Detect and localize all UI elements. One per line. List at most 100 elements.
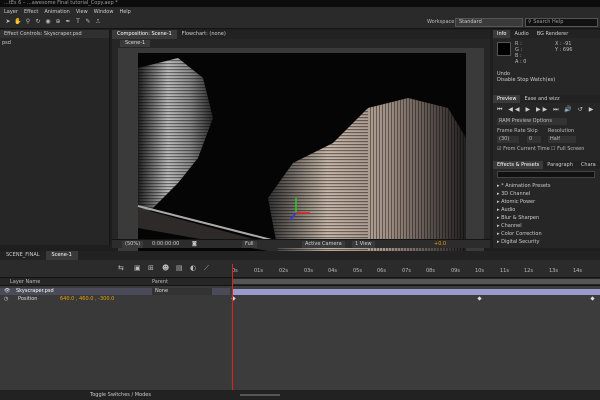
col-parent[interactable]: Parent [152, 279, 168, 285]
active-camera-select[interactable]: Active Camera [302, 241, 345, 248]
rotate-tool-icon[interactable]: ↻ [34, 18, 42, 26]
list-item[interactable]: ▸ Audio [497, 206, 550, 214]
list-item[interactable]: ▸ Blur & Sharpen [497, 214, 550, 222]
brush-tool-icon[interactable]: ✎ [84, 18, 92, 26]
tab-info[interactable]: Info [493, 30, 511, 38]
xy-readout: X : -91 Y : 696 [555, 41, 573, 53]
stopwatch-icon[interactable]: ◷ [4, 296, 8, 303]
eye-icon[interactable]: 👁 [4, 288, 10, 295]
tools-toolbar: ➤ ✋ ⚲ ↻ ◉ ⊕ ✒ T ✎ ⎍ Workspace: Standard … [0, 16, 600, 29]
current-time-indicator[interactable] [232, 264, 233, 400]
list-item[interactable]: ▸ Channel [497, 222, 550, 230]
resolution-select-preview[interactable]: Half [548, 136, 576, 143]
menu-bar: Layer Effect Animation View Window Help [0, 7, 600, 16]
keyframe[interactable] [590, 296, 595, 301]
timecode-display[interactable]: 0:00:00:00 [152, 241, 179, 248]
frame-rate-label: Frame Rate [497, 128, 526, 134]
time-ruler[interactable]: 0s 01s 02s 03s 04s 05s 06s 07s 08s 09s 1… [232, 267, 600, 277]
composition-tabs: Composition: Scene-1 Flowchart: (none) [112, 30, 490, 39]
comp-mini-flowchart-icon[interactable]: ⇆ [118, 264, 124, 272]
menu-animation[interactable]: Animation [44, 9, 70, 15]
preview-tabs: Preview Ease and wizz [493, 95, 600, 103]
frame-rate-select[interactable]: (30) [497, 136, 519, 143]
menu-view[interactable]: View [76, 9, 88, 15]
tab-bg-renderer[interactable]: BG Renderer [533, 30, 573, 38]
frame-blending-icon[interactable]: ▤ [176, 264, 183, 272]
timeline-header: Layer Name Parent [0, 277, 600, 286]
tab-audio[interactable]: Audio [510, 30, 532, 38]
list-item[interactable]: ▸ Digital Security [497, 238, 550, 246]
window-title: ...tEs 6 – ...awesome Final tutorial_Cop… [0, 0, 600, 7]
layer-list: 👁 Skyscraper.psd None ◷ Position 640.0 ,… [0, 286, 230, 390]
skip-label: Skip [527, 128, 538, 134]
color-swatch [497, 42, 511, 56]
composition-viewer[interactable] [118, 48, 484, 251]
tab-effects-presets[interactable]: Effects & Presets [493, 161, 544, 169]
tab-ease-and-wizz[interactable]: Ease and wizz [520, 95, 563, 103]
stamp-tool-icon[interactable]: ⎍ [94, 18, 102, 26]
live-update-icon[interactable]: ▣ [134, 264, 141, 272]
menu-help[interactable]: Help [119, 9, 130, 15]
menu-effect[interactable]: Effect [24, 9, 38, 15]
graph-editor-icon[interactable]: ⟋ [204, 264, 209, 273]
from-current-checkbox[interactable]: ☑ From Current Time [497, 146, 550, 152]
camera-tool-icon[interactable]: ◉ [44, 18, 52, 26]
exposure-value[interactable]: +0.0 [434, 241, 446, 248]
tab-character[interactable]: Chara [577, 161, 600, 169]
layer-duration-bar[interactable] [232, 289, 600, 295]
pen-tool-icon[interactable]: ✒ [64, 18, 72, 26]
effects-presets-tabs: Effects & Presets Paragraph Chara [493, 161, 600, 169]
tab-composition[interactable]: Composition: Scene-1 [112, 30, 177, 39]
right-panel-stack: Info Audio BG Renderer R : G : B : A : 0… [493, 30, 600, 248]
list-item[interactable]: ▸ 3D Channel [497, 190, 550, 198]
playback-controls[interactable]: ⏮ ◀◀ ▶ ▶▶ ⏭ 🔊 ↺ ▶ [497, 106, 595, 114]
workspace-select[interactable]: Standard [455, 18, 523, 27]
list-item[interactable]: ▸ Color Correction [497, 230, 550, 238]
hide-shy-icon[interactable]: ☻ [162, 264, 169, 272]
zoom-slider[interactable] [240, 394, 280, 396]
tab-preview[interactable]: Preview [493, 95, 521, 103]
info-tabs: Info Audio BG Renderer [493, 30, 600, 38]
zoom-tool-icon[interactable]: ⚲ [24, 18, 32, 26]
list-item[interactable]: ▸ * Animation Presets [497, 182, 550, 190]
selection-tool-icon[interactable]: ➤ [4, 18, 12, 26]
toggle-switches-modes-button[interactable]: Toggle Switches / Modes [90, 392, 151, 398]
tab-scene-1[interactable]: Scene-1 [45, 251, 78, 260]
search-help-input[interactable]: ⚲ Search Help [525, 18, 598, 27]
views-select[interactable]: 1 View [352, 241, 375, 248]
menu-layer[interactable]: Layer [4, 9, 18, 15]
zoom-select[interactable]: (50%) [122, 241, 144, 248]
full-screen-checkbox[interactable]: ☐ Full Screen [551, 146, 584, 152]
draft-3d-icon[interactable]: ⊞ [148, 264, 154, 272]
hand-tool-icon[interactable]: ✋ [14, 18, 22, 26]
tab-flowchart[interactable]: Flowchart: (none) [177, 30, 231, 39]
timeline-tabs: SCENE_FINAL Scene-1 [0, 251, 600, 260]
layer-row[interactable]: 👁 Skyscraper.psd None [0, 288, 230, 295]
effect-controls-tab[interactable]: Effect Controls: Skyscraper.psd [0, 30, 109, 38]
skip-field[interactable]: 0 [527, 136, 541, 143]
skyscraper-render [137, 53, 466, 251]
text-tool-icon[interactable]: T [74, 18, 82, 26]
list-item[interactable]: ▸ Atomic Power [497, 198, 550, 206]
col-layer-name[interactable]: Layer Name [10, 279, 40, 285]
menu-window[interactable]: Window [94, 9, 114, 15]
ram-preview-options-select[interactable]: RAM Preview Options [497, 118, 567, 125]
camera-snapshot-icon[interactable]: ◙ [192, 241, 197, 248]
keyframe[interactable] [477, 296, 482, 301]
layer-name[interactable]: Skyscraper.psd [16, 288, 54, 295]
parent-select[interactable]: None [152, 288, 212, 295]
pan-behind-tool-icon[interactable]: ⊕ [54, 18, 62, 26]
property-row[interactable]: ◷ Position 640.0 , 460.0 , -300.0 [0, 296, 230, 303]
tab-scene-final[interactable]: SCENE_FINAL [0, 251, 46, 260]
tab-paragraph[interactable]: Paragraph [543, 161, 577, 169]
scene-tab[interactable]: Scene-1 [120, 40, 151, 47]
work-area-bar[interactable] [232, 279, 600, 284]
timeline-toolbar: ⇆ ▣ ⊞ ☻ ▤ ◐ ⟋ 0s 01s 02s 03s 04s 05s 06s… [0, 260, 600, 277]
motion-blur-icon[interactable]: ◐ [190, 264, 196, 272]
property-name: Position [18, 296, 38, 302]
effects-search-input[interactable] [497, 171, 595, 178]
position-value[interactable]: 640.0 , 460.0 , -300.0 [60, 296, 114, 303]
effect-controls-item: psd [2, 40, 11, 46]
timeline-body: 👁 Skyscraper.psd None ◷ Position 640.0 ,… [0, 286, 600, 390]
resolution-select[interactable]: Full [242, 241, 257, 248]
